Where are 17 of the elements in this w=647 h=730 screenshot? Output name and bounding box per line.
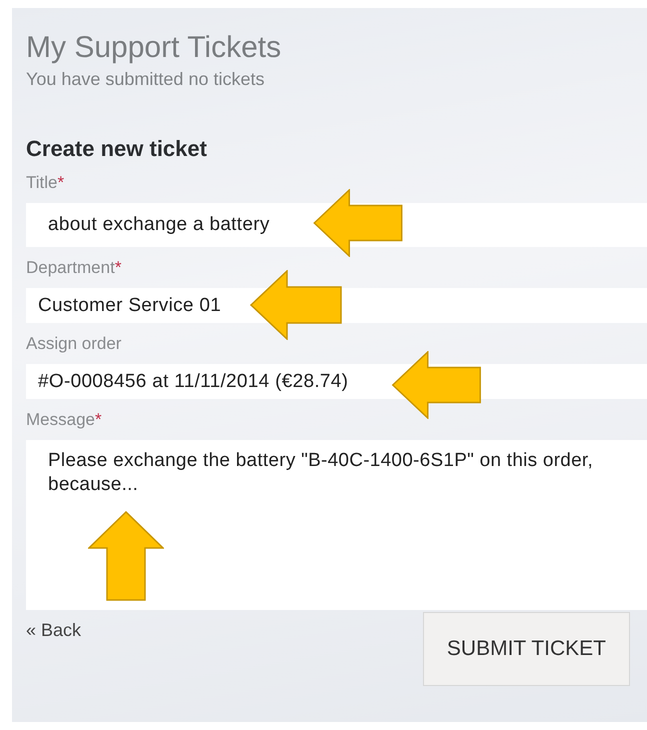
back-link[interactable]: « Back bbox=[26, 620, 82, 641]
field-label: Title bbox=[26, 173, 58, 192]
page-title: My Support Tickets bbox=[26, 30, 282, 66]
required-asterisk: * bbox=[94, 410, 102, 429]
arrow-icon bbox=[312, 189, 404, 257]
field-label: Message bbox=[26, 410, 95, 429]
arrow-icon bbox=[250, 270, 342, 340]
arrow-icon bbox=[88, 511, 164, 601]
page-subtitle: You have submitted no tickets bbox=[26, 68, 266, 90]
form-heading: Create new ticket bbox=[26, 136, 208, 162]
field-label: Assign order bbox=[26, 334, 122, 353]
message-field[interactable]: Please exchange the battery "B-40C-1400-6S1P" on this order, because... bbox=[26, 440, 647, 610]
submit-button[interactable]: SUBMIT TICKET bbox=[422, 612, 630, 686]
required-asterisk: * bbox=[114, 258, 122, 277]
arrow-icon bbox=[390, 351, 483, 419]
required-asterisk: * bbox=[58, 173, 64, 192]
field-label: Department bbox=[26, 258, 115, 277]
